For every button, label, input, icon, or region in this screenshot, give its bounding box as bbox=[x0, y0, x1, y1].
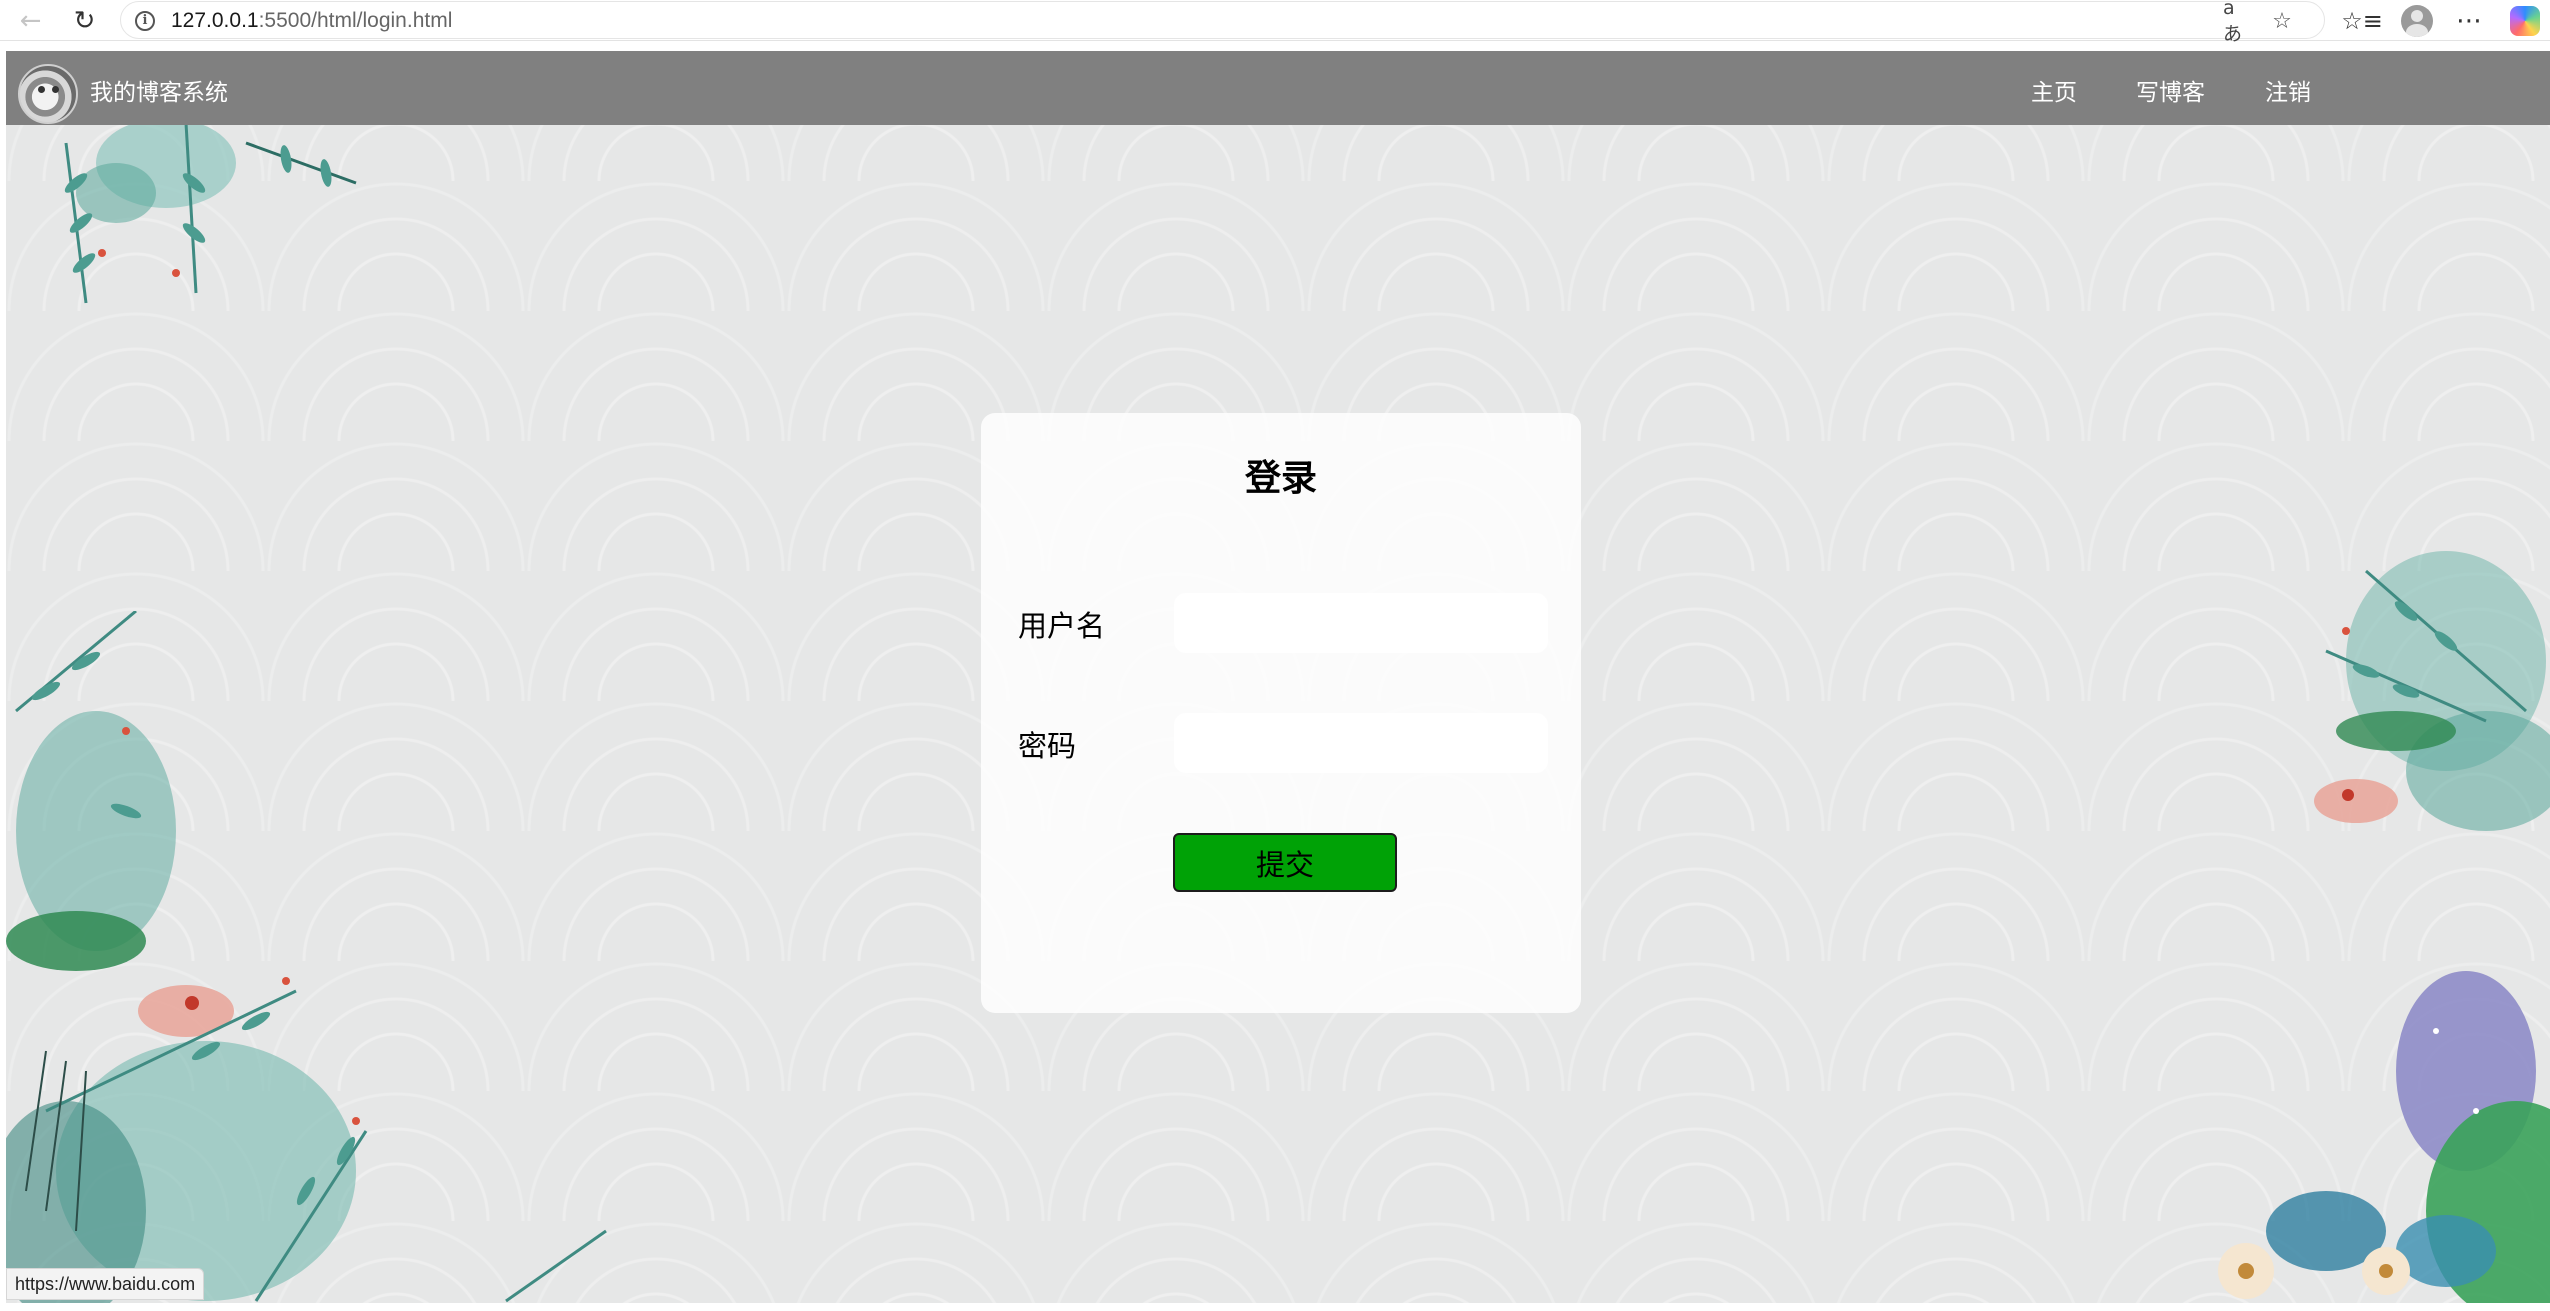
copilot-icon[interactable] bbox=[2510, 6, 2540, 36]
favorites-list-icon[interactable]: ☆≡ bbox=[2341, 4, 2383, 38]
page-viewport: 我的博客系统 主页 写博客 注销 登录 用户名 密码 提交 bbox=[6, 51, 2550, 1303]
submit-button[interactable]: 提交 bbox=[1173, 833, 1397, 892]
address-bar[interactable]: i 127.0.0.1:5500/html/login.html aあ ☆ bbox=[120, 0, 2325, 45]
nav-link-logout[interactable]: 注销 bbox=[2265, 73, 2311, 107]
username-input[interactable] bbox=[1174, 593, 1548, 653]
info-icon[interactable]: i bbox=[135, 11, 155, 31]
app-nav-bar: 我的博客系统 主页 写博客 注销 bbox=[6, 51, 2550, 125]
more-menu-icon[interactable]: ⋯ bbox=[2452, 4, 2486, 38]
link-status-bubble: https://www.baidu.com bbox=[6, 1268, 205, 1300]
password-input[interactable] bbox=[1174, 713, 1548, 773]
profile-avatar-icon[interactable] bbox=[2401, 5, 2433, 37]
login-card: 登录 用户名 密码 提交 bbox=[981, 413, 1581, 1013]
foliage-bottom-left-decoration bbox=[6, 611, 607, 1303]
back-arrow-icon[interactable]: ← bbox=[10, 0, 51, 41]
login-title: 登录 bbox=[1244, 458, 1317, 499]
nav-link-write-blog[interactable]: 写博客 bbox=[2136, 73, 2205, 107]
nav-link-home[interactable]: 主页 bbox=[2031, 73, 2077, 107]
site-logo[interactable] bbox=[18, 64, 78, 124]
username-label: 用户名 bbox=[1018, 609, 1106, 643]
site-title: 我的博客系统 bbox=[90, 80, 228, 106]
url-text[interactable]: 127.0.0.1:5500/html/login.html bbox=[171, 9, 452, 33]
password-label: 密码 bbox=[1018, 729, 1077, 763]
foliage-top-left-decoration bbox=[64, 123, 357, 304]
browser-toolbar: ← ↻ i 127.0.0.1:5500/html/login.html aあ … bbox=[0, 0, 2550, 45]
read-aloud-icon[interactable]: aあ bbox=[2223, 0, 2253, 45]
favorite-star-icon[interactable]: ☆ bbox=[2267, 6, 2297, 36]
reload-icon[interactable]: ↻ bbox=[64, 0, 105, 41]
foliage-right-decoration bbox=[2218, 551, 2550, 1303]
